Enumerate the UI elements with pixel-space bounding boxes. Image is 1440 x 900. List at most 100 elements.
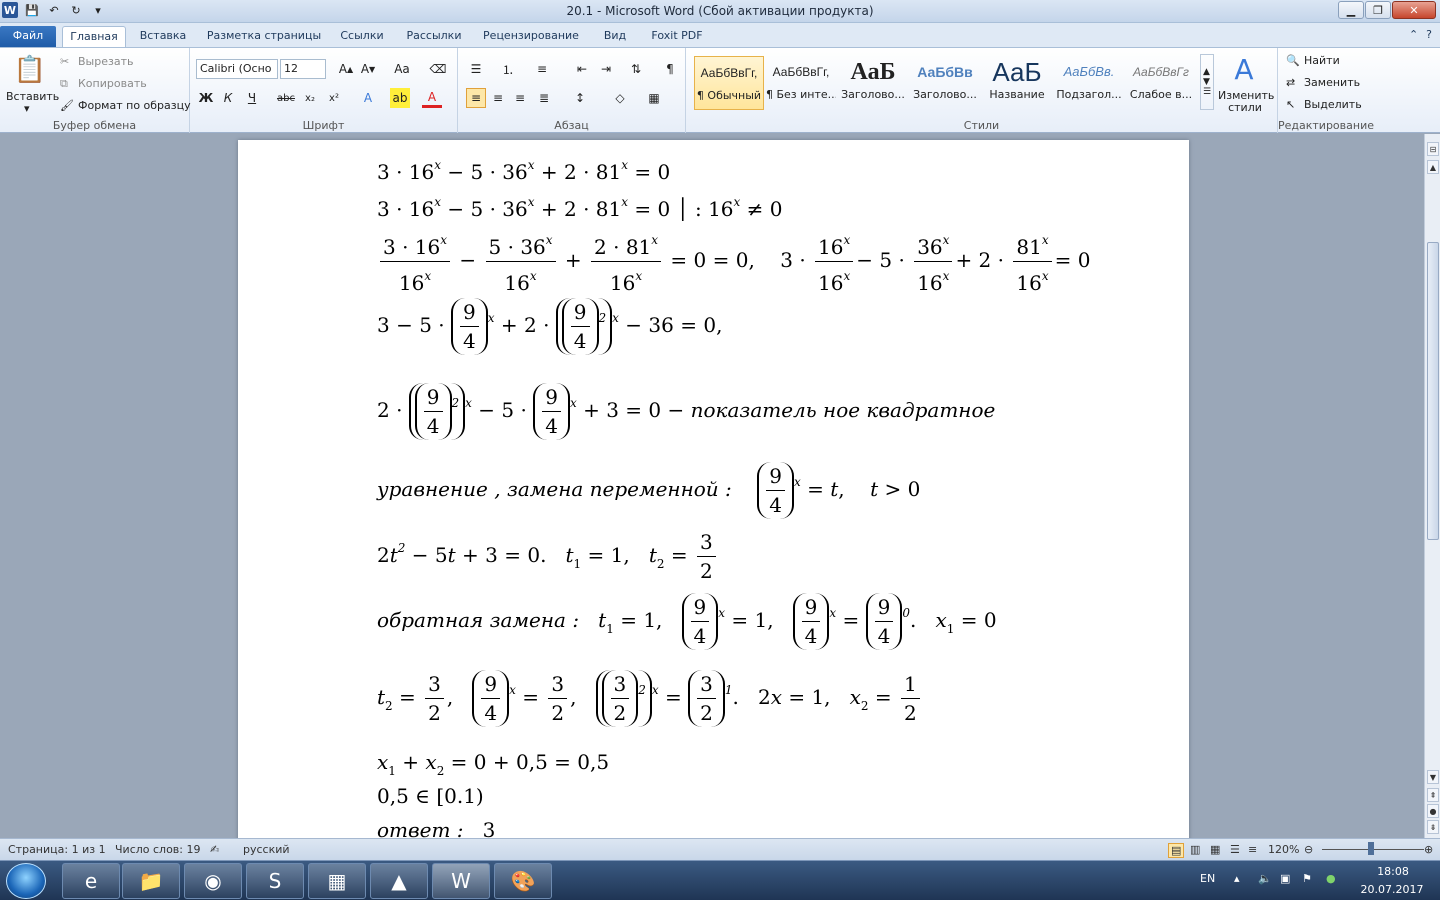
style-heading-1[interactable]: АаБ Заголово...	[838, 56, 908, 110]
align-right-icon[interactable]: ≡	[510, 88, 530, 108]
sort-icon[interactable]: ⇅	[626, 59, 646, 79]
tab-insert[interactable]: Вставка	[132, 26, 194, 47]
word-count[interactable]: Число слов: 19	[115, 843, 201, 856]
print-layout-icon[interactable]: ▤	[1168, 843, 1185, 858]
style-normal[interactable]: АаБбВвГг, ¶ Обычный	[694, 56, 764, 110]
previous-page-icon[interactable]: ⇞	[1427, 788, 1439, 802]
styles-scroll-icon[interactable]: ▲ ▼ ☰	[1200, 54, 1214, 110]
paint-icon[interactable]: 🎨	[494, 863, 552, 899]
draft-icon[interactable]: ≡	[1248, 843, 1257, 856]
italic-icon[interactable]: К	[218, 88, 238, 108]
style-heading-2[interactable]: АаБбВв Заголово...	[910, 56, 980, 110]
vertical-scrollbar[interactable]: ⊟ ▲ ▼ ⇞ ● ⇟	[1424, 134, 1440, 838]
minimize-button[interactable]: ▁	[1338, 1, 1364, 19]
tab-references[interactable]: Ссылки	[334, 26, 390, 47]
zoom-slider-thumb[interactable]	[1368, 842, 1374, 855]
select-button[interactable]: Выделить	[1304, 98, 1362, 111]
paste-button[interactable]: Вставить	[6, 90, 59, 103]
outline-icon[interactable]: ☰	[1230, 843, 1240, 856]
decrease-indent-icon[interactable]: ⇤	[572, 59, 592, 79]
chrome-icon[interactable]: ◉	[184, 863, 242, 899]
line-spacing-icon[interactable]: ↕	[570, 88, 590, 108]
bullets-icon[interactable]: ☰	[466, 59, 486, 79]
subscript-icon[interactable]: x₂	[300, 88, 320, 108]
change-styles-icon[interactable]: A	[1224, 53, 1264, 86]
paste-dropdown-icon[interactable]: ▾	[24, 102, 30, 115]
action-center-icon[interactable]: ⚑	[1302, 872, 1312, 885]
style-subtle-emphasis[interactable]: АаБбВвГг Слабое в...	[1126, 56, 1196, 110]
tab-page-layout[interactable]: Разметка страницы	[200, 26, 328, 47]
close-button[interactable]: ✕	[1392, 1, 1436, 19]
borders-icon[interactable]: ▦	[644, 88, 664, 108]
skype-icon[interactable]: S	[246, 863, 304, 899]
shrink-font-icon[interactable]: A ▼	[358, 59, 378, 79]
numbering-icon[interactable]: ⒈	[498, 59, 518, 79]
next-page-icon[interactable]: ⇟	[1427, 820, 1439, 834]
language-indicator[interactable]: русский	[243, 843, 290, 856]
maximize-button[interactable]: ❐	[1365, 1, 1391, 19]
document-page[interactable]: 3 · 16x − 5 · 36x + 2 · 81x = 0 3 · 16x …	[238, 140, 1189, 838]
justify-icon[interactable]: ≣	[534, 88, 554, 108]
proofing-icon[interactable]: ✍	[210, 843, 219, 856]
tab-view[interactable]: Вид	[592, 26, 638, 47]
grow-font-icon[interactable]: A ▲	[336, 59, 356, 79]
app-icon[interactable]: ▲	[370, 863, 428, 899]
align-center-icon[interactable]: ≡	[488, 88, 508, 108]
tab-file[interactable]: Файл	[0, 26, 56, 47]
zoom-in-icon[interactable]: ⊕	[1424, 843, 1433, 856]
format-painter-button[interactable]: Формат по образцу	[78, 99, 191, 112]
font-color-icon[interactable]: A	[422, 88, 442, 108]
tab-home[interactable]: Главная	[62, 26, 126, 47]
volume-icon[interactable]: 🔈	[1258, 872, 1272, 885]
network-icon[interactable]: ▣	[1280, 872, 1290, 885]
underline-icon[interactable]: Ч	[242, 88, 262, 108]
strikethrough-icon[interactable]: abc	[276, 88, 296, 108]
show-hidden-icons-icon[interactable]: ▴	[1234, 872, 1240, 885]
zoom-out-icon[interactable]: ⊖	[1304, 843, 1313, 856]
clock-date[interactable]: 20.07.2017	[1356, 883, 1428, 896]
show-formatting-icon[interactable]: ¶	[660, 59, 680, 79]
tab-review[interactable]: Рецензирование	[478, 26, 584, 47]
minimize-ribbon-icon[interactable]: ⌃	[1409, 28, 1418, 41]
ie-icon[interactable]: e	[62, 863, 120, 899]
style-title[interactable]: АаБ Название	[982, 56, 1052, 110]
page-count[interactable]: Страница: 1 из 1	[8, 843, 106, 856]
web-layout-icon[interactable]: ▦	[1210, 843, 1220, 856]
paste-icon[interactable]: 📋	[10, 52, 50, 88]
tab-foxit-pdf[interactable]: Foxit PDF	[646, 26, 708, 47]
find-button[interactable]: Найти	[1304, 54, 1340, 67]
help-icon[interactable]: ?	[1426, 28, 1432, 41]
multilevel-list-icon[interactable]: ≡	[532, 59, 552, 79]
highlight-color-icon[interactable]: ab	[390, 88, 410, 108]
superscript-icon[interactable]: x²	[324, 88, 344, 108]
style-subtitle[interactable]: АаБбВв. Подзагол...	[1054, 56, 1124, 110]
change-case-icon[interactable]: Aa	[392, 59, 412, 79]
keyboard-language[interactable]: EN	[1200, 872, 1215, 885]
scroll-up-icon[interactable]: ▲	[1427, 160, 1439, 174]
clock-time[interactable]: 18:08	[1362, 865, 1424, 878]
font-family-select[interactable]: Calibri (Осно	[196, 59, 278, 79]
copy-button[interactable]: Копировать	[78, 77, 147, 90]
start-button[interactable]	[6, 863, 46, 899]
style-no-spacing[interactable]: АаБбВвГг, ¶ Без инте...	[766, 56, 836, 110]
cut-button[interactable]: Вырезать	[78, 55, 133, 68]
ruler-toggle-icon[interactable]: ⊟	[1427, 142, 1439, 156]
shading-icon[interactable]: ◇	[610, 88, 630, 108]
calculator-icon[interactable]: ▦	[308, 863, 366, 899]
explorer-icon[interactable]: 📁	[122, 863, 180, 899]
text-effects-icon[interactable]: A	[358, 88, 378, 108]
bold-icon[interactable]: Ж	[196, 88, 216, 108]
zoom-level[interactable]: 120%	[1268, 843, 1299, 856]
update-icon[interactable]: ●	[1326, 872, 1336, 885]
scroll-thumb[interactable]	[1427, 242, 1439, 540]
change-styles-button[interactable]: Изменить стили	[1218, 90, 1274, 114]
reading-layout-icon[interactable]: ▥	[1190, 843, 1200, 856]
browse-object-icon[interactable]: ●	[1427, 804, 1439, 818]
font-size-select[interactable]: 12	[280, 59, 326, 79]
align-left-icon[interactable]: ≡	[466, 88, 486, 108]
clear-formatting-icon[interactable]: ⌫	[428, 59, 448, 79]
tab-mailings[interactable]: Рассылки	[398, 26, 470, 47]
word-taskbar-icon[interactable]: W	[432, 863, 490, 899]
scroll-down-icon[interactable]: ▼	[1427, 770, 1439, 784]
increase-indent-icon[interactable]: ⇥	[596, 59, 616, 79]
